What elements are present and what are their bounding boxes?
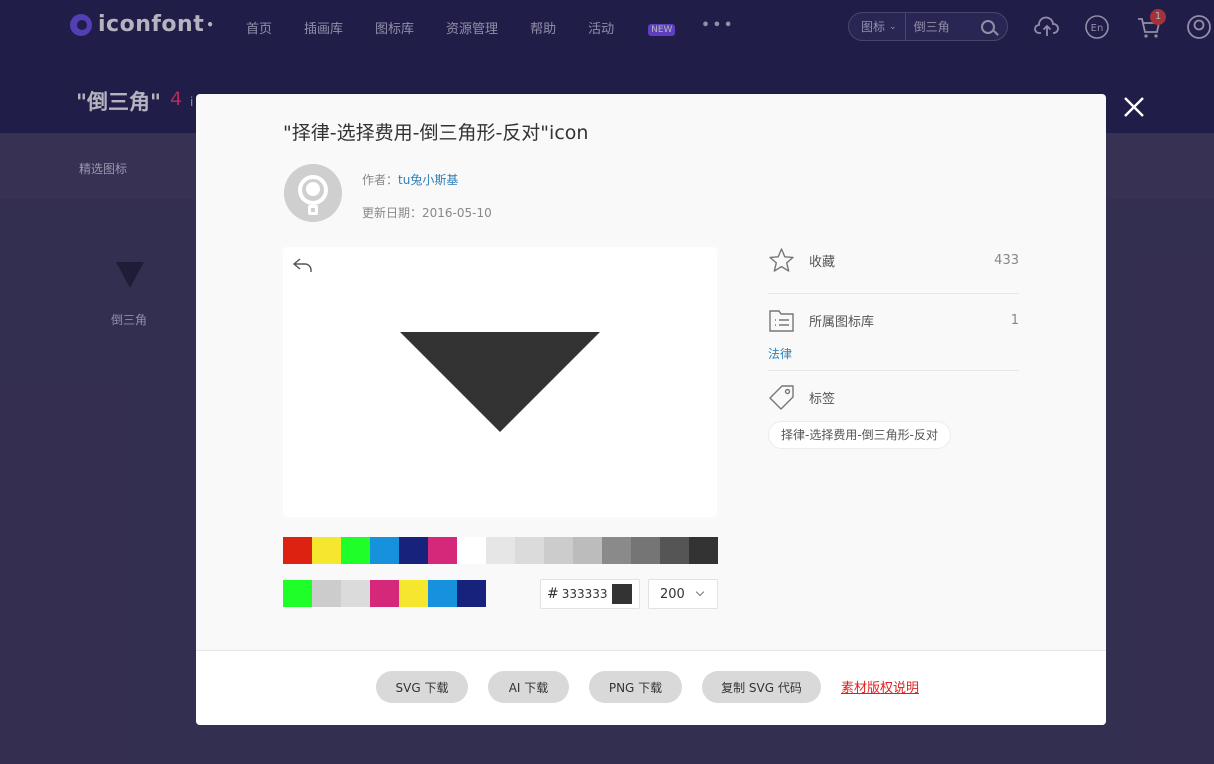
- color-swatch[interactable]: [660, 537, 689, 564]
- author-line: 作者：tu兔小斯基: [362, 171, 458, 188]
- modal-footer: SVG 下载 AI 下载 PNG 下载 复制 SVG 代码 素材版权说明: [196, 650, 1106, 725]
- side-divider: [768, 293, 1019, 294]
- color-swatch[interactable]: [428, 537, 457, 564]
- color-swatch[interactable]: [457, 537, 486, 564]
- color-swatch[interactable]: [544, 537, 573, 564]
- library-link[interactable]: 法律: [768, 345, 792, 362]
- color-swatch[interactable]: [399, 580, 428, 607]
- color-swatch[interactable]: [283, 537, 312, 564]
- size-value: 200: [660, 586, 685, 602]
- color-swatch[interactable]: [602, 537, 631, 564]
- library-count: 1: [1010, 312, 1019, 328]
- color-swatch[interactable]: [428, 580, 457, 607]
- color-swatch[interactable]: [631, 537, 660, 564]
- svg-download-button[interactable]: SVG 下载: [376, 671, 468, 703]
- color-palette-primary: [283, 537, 718, 564]
- date-label: 更新日期：: [362, 206, 423, 220]
- favorite-row[interactable]: 收藏 433: [768, 245, 1019, 275]
- color-swatch[interactable]: [399, 537, 428, 564]
- color-palette-recent: [283, 580, 486, 607]
- hex-color-value: 333333: [561, 587, 608, 601]
- side-divider: [768, 370, 1019, 371]
- chevron-down-icon: [695, 587, 705, 597]
- library-folder-icon: [769, 309, 794, 332]
- library-row: 所属图标库 1: [768, 305, 1019, 335]
- color-swatch[interactable]: [283, 580, 312, 607]
- color-swatch[interactable]: [370, 537, 399, 564]
- color-swatch[interactable]: [341, 580, 370, 607]
- modal-title: "择律-选择费用-倒三角形-反对"icon: [283, 122, 589, 144]
- date-value: 2016-05-10: [422, 206, 492, 220]
- color-swatch[interactable]: [515, 537, 544, 564]
- hex-hash-label: #: [547, 586, 559, 602]
- size-select[interactable]: 200: [648, 579, 718, 609]
- color-swatch[interactable]: [341, 537, 370, 564]
- png-download-button[interactable]: PNG 下载: [589, 671, 682, 703]
- hex-color-input[interactable]: # 333333: [540, 579, 640, 609]
- ai-download-button[interactable]: AI 下载: [488, 671, 569, 703]
- update-date-line: 更新日期：2016-05-10: [362, 204, 492, 221]
- author-avatar[interactable]: [284, 164, 342, 222]
- close-icon[interactable]: [1122, 95, 1146, 119]
- color-swatch[interactable]: [312, 580, 341, 607]
- current-color-chip[interactable]: [612, 584, 632, 604]
- favorite-label: 收藏: [809, 254, 836, 270]
- color-swatch[interactable]: [457, 580, 486, 607]
- copy-svg-code-button[interactable]: 复制 SVG 代码: [702, 671, 821, 703]
- star-icon[interactable]: [768, 247, 795, 274]
- tag-icon: [769, 384, 794, 410]
- author-name-link[interactable]: tu兔小斯基: [398, 173, 458, 187]
- color-swatch[interactable]: [370, 580, 399, 607]
- color-swatch[interactable]: [689, 537, 718, 564]
- preview-triangle-icon: [400, 332, 600, 432]
- icon-preview: [283, 247, 717, 517]
- color-swatch[interactable]: [573, 537, 602, 564]
- color-swatch[interactable]: [312, 537, 341, 564]
- tags-label: 标签: [809, 391, 836, 407]
- copyright-link[interactable]: 素材版权说明: [841, 677, 919, 696]
- icon-detail-modal: "择律-选择费用-倒三角形-反对"icon 作者：tu兔小斯基 更新日期：201…: [196, 94, 1106, 725]
- tags-row: 标签: [768, 382, 1019, 412]
- library-label: 所属图标库: [809, 314, 875, 330]
- color-swatch[interactable]: [486, 537, 515, 564]
- tag-chip[interactable]: 择律-选择费用-倒三角形-反对: [768, 421, 951, 449]
- undo-icon[interactable]: [292, 256, 314, 274]
- author-label: 作者：: [362, 173, 399, 187]
- favorite-count: 433: [994, 252, 1019, 268]
